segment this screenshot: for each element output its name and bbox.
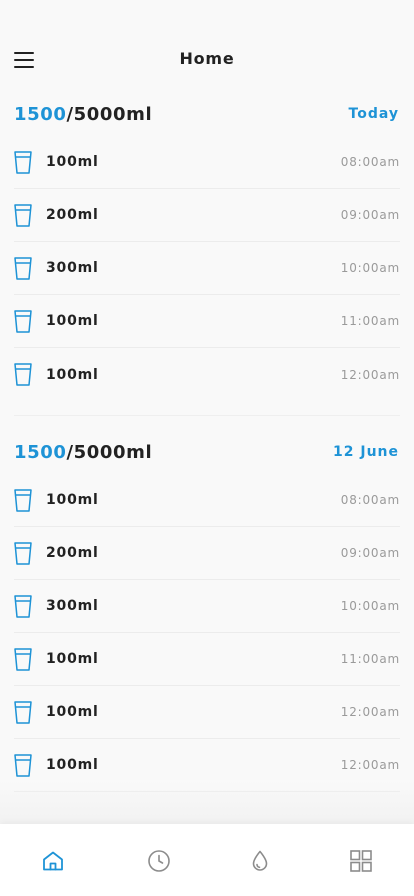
glass-icon <box>14 541 32 565</box>
entry-time: 11:00am <box>340 314 400 328</box>
entry-amount: 100ml <box>46 366 99 383</box>
glass-icon <box>14 700 32 724</box>
entry-amount: 300ml <box>46 598 99 614</box>
entry-time: 09:00am <box>340 208 400 222</box>
intake-section-12-june: 1500/5000ml 12 June 100ml 08:00am 200ml 09:… <box>0 430 414 792</box>
entry-time: 10:00am <box>340 599 400 613</box>
glass-icon <box>14 309 32 333</box>
entry-time: 12:00am <box>340 705 400 719</box>
page-title: Home <box>179 49 235 68</box>
glass-icon <box>14 363 32 386</box>
clock-icon <box>148 850 170 872</box>
section-header: 1500/5000ml Today <box>0 92 414 136</box>
section-date: 12 June <box>333 444 399 460</box>
home-icon <box>43 851 63 871</box>
entry-time: 11:00am <box>340 652 400 666</box>
tab-history[interactable] <box>145 847 173 875</box>
intake-entry[interactable]: 100ml 11:00am <box>14 295 400 348</box>
intake-goal: /5000ml <box>66 103 153 125</box>
entry-amount: 100ml <box>46 313 99 329</box>
entry-amount: 300ml <box>46 260 99 276</box>
intake-entry[interactable]: 100ml 08:00am <box>14 474 400 527</box>
section-divider <box>14 415 400 416</box>
tab-more[interactable] <box>347 847 375 875</box>
intake-entry[interactable]: 100ml 08:00am <box>14 136 400 189</box>
entry-time: 09:00am <box>340 546 400 560</box>
intake-entry[interactable]: 100ml 11:00am <box>14 633 400 686</box>
section-date: Today <box>348 106 399 122</box>
entry-amount: 100ml <box>46 492 99 508</box>
app-header: Home <box>0 0 414 100</box>
entry-amount: 100ml <box>46 651 99 667</box>
glass-icon <box>14 488 32 512</box>
intake-current: 1500 <box>14 441 67 463</box>
entry-amount: 200ml <box>46 207 99 223</box>
glass-icon <box>14 203 32 227</box>
intake-total: 1500/5000ml <box>14 104 152 125</box>
glass-icon <box>14 150 32 174</box>
section-header: 1500/5000ml 12 June <box>0 430 414 474</box>
grid-icon <box>350 850 372 872</box>
intake-entry[interactable]: 300ml 10:00am <box>14 242 400 295</box>
intake-goal: /5000ml <box>66 441 153 463</box>
entry-time: 08:00am <box>340 155 400 169</box>
intake-total: 1500/5000ml <box>14 442 152 463</box>
entry-time: 12:00am <box>340 758 400 772</box>
intake-entry[interactable]: 100ml 12:00am <box>14 686 400 739</box>
glass-icon <box>14 753 32 777</box>
entry-time: 10:00am <box>340 261 400 275</box>
intake-entry[interactable]: 200ml 09:00am <box>14 189 400 242</box>
glass-icon <box>14 647 32 671</box>
entry-amount: 100ml <box>46 704 99 720</box>
glass-icon <box>14 594 32 618</box>
entry-amount: 100ml <box>46 757 99 773</box>
glass-icon <box>14 256 32 280</box>
intake-current: 1500 <box>14 103 67 125</box>
intake-entry[interactable]: 300ml 10:00am <box>14 580 400 633</box>
bottom-tab-bar <box>0 824 414 896</box>
tab-water[interactable] <box>246 847 274 875</box>
water-drop-icon <box>252 850 268 871</box>
tab-home[interactable] <box>39 847 67 875</box>
intake-entry[interactable]: 100ml 12:00am <box>14 348 400 401</box>
intake-section-today: 1500/5000ml Today 100ml 08:00am 200ml 09:00… <box>0 92 414 416</box>
entry-amount: 200ml <box>46 545 99 561</box>
scroll-fade <box>0 780 414 824</box>
entry-time: 12:00am <box>340 367 400 382</box>
entry-time: 08:00am <box>340 493 400 507</box>
intake-entry[interactable]: 200ml 09:00am <box>14 527 400 580</box>
entry-amount: 100ml <box>46 154 99 170</box>
